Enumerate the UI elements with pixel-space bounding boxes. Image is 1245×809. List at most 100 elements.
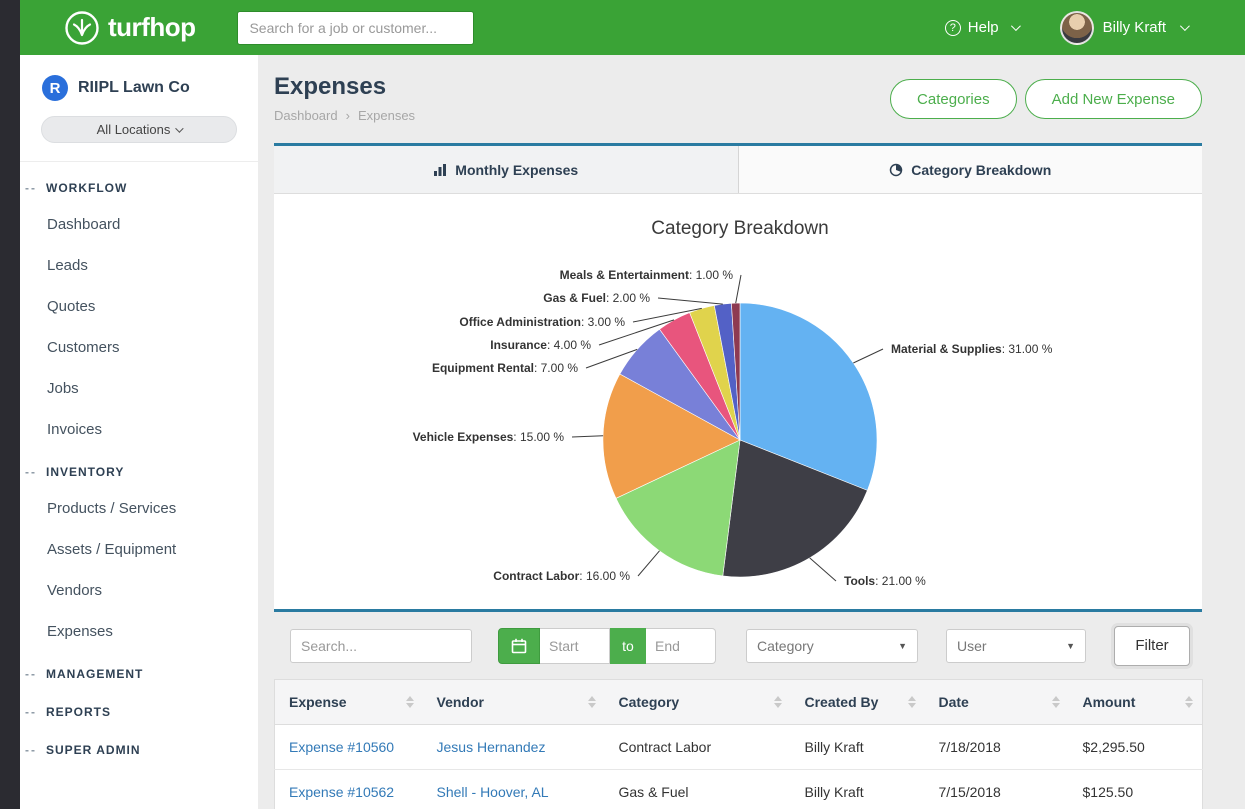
sidebar-item-expenses[interactable]: Expenses [20, 611, 258, 652]
brand-name: turfhop [108, 12, 195, 43]
sort-icon[interactable] [774, 696, 782, 708]
chevron-down-icon [1011, 21, 1021, 31]
sidebar-item-invoices[interactable]: Invoices [20, 409, 258, 450]
pie-label-tools: Tools: 21.00 % [844, 574, 926, 588]
calendar-button[interactable] [498, 628, 540, 664]
section-dashes-icon: -- [25, 181, 37, 195]
table-search-input[interactable] [290, 629, 472, 663]
pie-chart-icon [889, 163, 903, 177]
sidebar-section-workflow[interactable]: --WORKFLOW [20, 166, 258, 204]
expense-link[interactable]: Expense #10562 [289, 784, 394, 800]
column-label: Expense [289, 694, 347, 710]
window-edge-strip [0, 0, 20, 809]
category-filter-select[interactable]: Category ▼ [746, 629, 918, 663]
user-filter-select[interactable]: User ▼ [946, 629, 1086, 663]
sidebar-item-leads[interactable]: Leads [20, 245, 258, 286]
sidebar-item-vendors[interactable]: Vendors [20, 570, 258, 611]
section-dashes-icon: -- [25, 743, 37, 757]
pie-leader-line [853, 349, 883, 363]
date-start-input[interactable] [540, 628, 610, 664]
help-icon: ? [945, 20, 961, 36]
sort-icon[interactable] [588, 696, 596, 708]
breadcrumb-separator: › [346, 108, 350, 123]
date-cell: 7/15/2018 [925, 770, 1069, 809]
location-selector[interactable]: All Locations [41, 116, 237, 143]
user-menu[interactable]: Billy Kraft [1060, 11, 1187, 45]
sort-icon[interactable] [908, 696, 916, 708]
sidebar-section-super-admin[interactable]: -- SUPER ADMIN [20, 728, 258, 766]
sidebar-section-reports[interactable]: -- REPORTS [20, 690, 258, 728]
pie-label-contract-labor: Contract Labor: 16.00 % [493, 569, 630, 583]
section-dashes-icon: -- [25, 705, 37, 719]
chart-area: Category BreakdownMaterial & Supplies: 3… [274, 194, 1202, 609]
section-dashes-icon: -- [25, 465, 37, 479]
table-row: Expense #10560Jesus HernandezContract La… [275, 725, 1203, 770]
sidebar-item-assets-equipment[interactable]: Assets / Equipment [20, 529, 258, 570]
date-range-group: to [498, 628, 716, 664]
date-end-input[interactable] [646, 628, 716, 664]
column-header-category[interactable]: Category [605, 680, 791, 725]
vendor-cell: Jesus Hernandez [423, 725, 605, 770]
filter-button[interactable]: Filter [1114, 626, 1190, 666]
top-header: turfhop ? Help Billy Kraft [20, 0, 1245, 55]
sort-icon[interactable] [1052, 696, 1060, 708]
categories-button[interactable]: Categories [890, 79, 1017, 119]
company-header[interactable]: R RIIPL Lawn Co [20, 75, 258, 101]
sidebar-item-jobs[interactable]: Jobs [20, 368, 258, 409]
column-header-expense[interactable]: Expense [275, 680, 423, 725]
vendor-link[interactable]: Shell - Hoover, AL [437, 784, 549, 800]
table-row: Expense #10562 Shell - Hoover, AL Gas & Fu… [275, 770, 1203, 809]
sidebar-nav: --WORKFLOWDashboardLeadsQuotesCustomersJ… [20, 162, 258, 766]
column-header-created-by[interactable]: Created By [791, 680, 925, 725]
pie-chart: Category BreakdownMaterial & Supplies: 3… [274, 194, 1202, 609]
pie-label-meals-entertainment: Meals & Entertainment: 1.00 % [560, 268, 734, 282]
category-cell: Gas & Fuel [605, 770, 791, 809]
sidebar-item-dashboard[interactable]: Dashboard [20, 204, 258, 245]
amount-cell: $2,295.50 [1069, 725, 1203, 770]
column-label: Date [939, 694, 969, 710]
section-label: SUPER ADMIN [46, 743, 141, 757]
filter-bar: to Category ▼ User ▼ Filter [274, 609, 1202, 679]
page-head: Expenses Dashboard › Expenses Categories… [274, 55, 1202, 143]
global-search-input[interactable] [237, 11, 474, 45]
breadcrumb-dashboard[interactable]: Dashboard [274, 108, 338, 123]
created_by-cell: Billy Kraft [791, 725, 925, 770]
pie-label-office-administration: Office Administration: 3.00 % [459, 315, 625, 329]
sidebar-item-products-services[interactable]: Products / Services [20, 488, 258, 529]
breadcrumb: Dashboard › Expenses [274, 108, 415, 123]
tab-label: Category Breakdown [911, 162, 1051, 178]
sidebar-section-management[interactable]: --MANAGEMENT [20, 652, 258, 690]
pie-label-vehicle-expenses: Vehicle Expenses: 15.00 % [413, 430, 565, 444]
tab-monthly-expenses[interactable]: Monthly Expenses [274, 146, 738, 193]
column-header-date[interactable]: Date [925, 680, 1069, 725]
pie-leader-line [658, 298, 723, 304]
section-label: REPORTS [46, 705, 111, 719]
sidebar-top: R RIIPL Lawn Co All Locations [20, 55, 258, 162]
user-name: Billy Kraft [1103, 19, 1166, 36]
date-cell: 7/18/2018 [925, 725, 1069, 770]
expense-link[interactable]: Expense #10560 [289, 739, 394, 755]
sidebar-item-customers[interactable]: Customers [20, 327, 258, 368]
column-label: Amount [1083, 694, 1136, 710]
column-header-amount[interactable]: Amount [1069, 680, 1203, 725]
vendor-link[interactable]: Jesus Hernandez [437, 739, 546, 755]
sort-icon[interactable] [406, 696, 414, 708]
created_by-cell: Billy Kraft [791, 770, 925, 809]
tab-label: Monthly Expenses [455, 162, 578, 178]
category-filter-value: Category [757, 638, 814, 654]
help-menu[interactable]: ? Help [945, 19, 1018, 36]
sidebar-section-inventory[interactable]: --INVENTORY [20, 450, 258, 488]
location-selector-label: All Locations [97, 122, 171, 137]
pie-leader-line [736, 275, 741, 303]
tab-category-breakdown[interactable]: Category Breakdown [738, 146, 1203, 193]
column-header-vendor[interactable]: Vendor [423, 680, 605, 725]
sidebar-item-quotes[interactable]: Quotes [20, 286, 258, 327]
breadcrumb-expenses: Expenses [358, 108, 415, 123]
avatar [1060, 11, 1094, 45]
sidebar: R RIIPL Lawn Co All Locations --WORKFLOW… [20, 55, 258, 809]
app-logo[interactable]: turfhop [64, 10, 195, 46]
sort-icon[interactable] [1185, 696, 1193, 708]
add-new-expense-button[interactable]: Add New Expense [1025, 79, 1202, 119]
expenses-panel: Monthly Expenses Category Breakdown Cate… [274, 143, 1202, 809]
section-label: MANAGEMENT [46, 667, 143, 681]
